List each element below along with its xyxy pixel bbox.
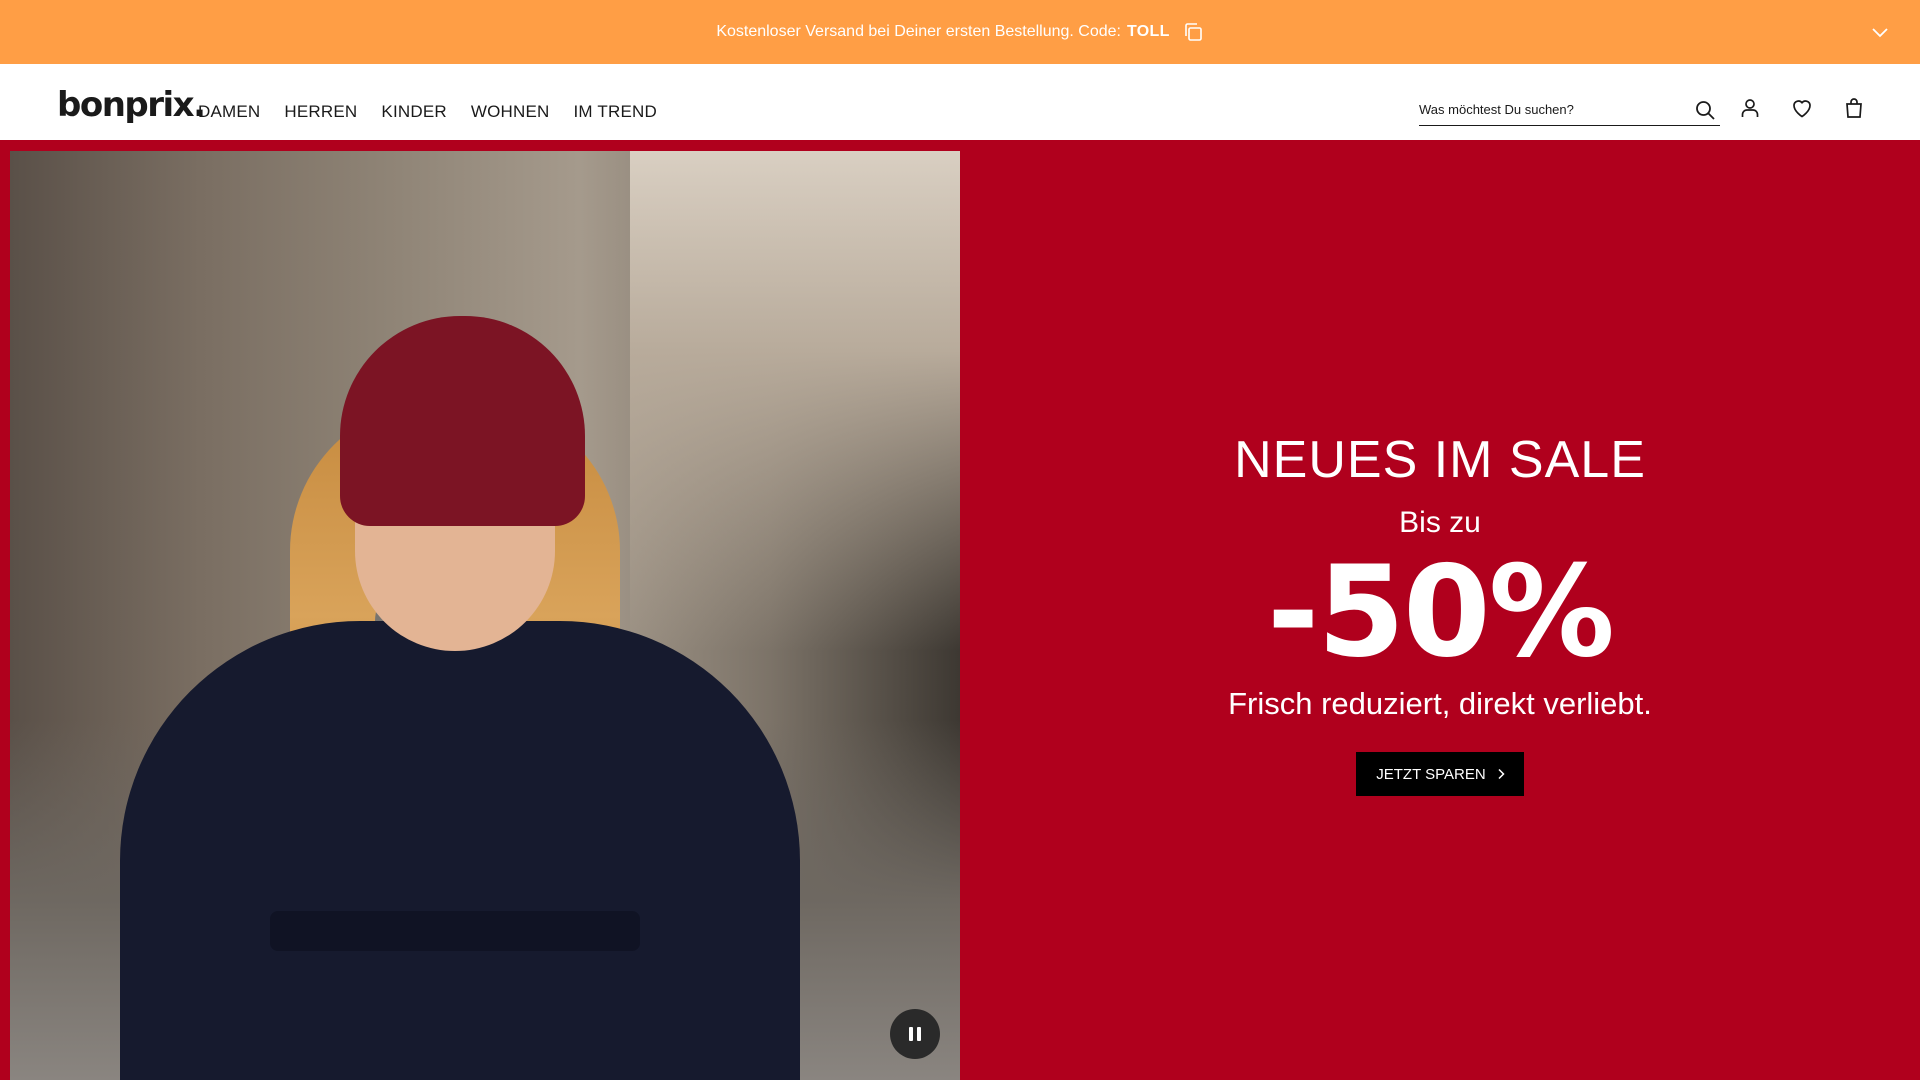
cta-button[interactable]: JETZT SPAREN [1356, 752, 1524, 797]
hero-subtitle: Bis zu [1399, 506, 1481, 539]
hero-tagline: Frisch reduziert, direkt verliebt. [1228, 686, 1652, 722]
search-input[interactable] [1419, 102, 1659, 117]
search-bar [1419, 94, 1720, 126]
nav-item-damen[interactable]: DAMEN [198, 102, 260, 122]
promo-text: Kostenloser Versand bei Deiner ersten Be… [716, 23, 1121, 40]
chevron-down-icon[interactable] [1870, 22, 1890, 42]
nav-item-im-trend[interactable]: IM TREND [573, 102, 656, 122]
account-icon[interactable] [1738, 96, 1762, 120]
hero-title: NEUES IM SALE [1234, 431, 1646, 489]
site-header: bonprix. DAMEN HERREN KINDER WOHNEN IM T… [0, 64, 1920, 140]
hero-banner[interactable]: NEUES IM SALE Bis zu -50% Frisch reduzie… [0, 140, 1920, 1080]
heart-icon[interactable] [1790, 96, 1814, 120]
chevron-right-icon [1496, 768, 1506, 780]
nav-item-herren[interactable]: HERREN [284, 102, 357, 122]
shopping-bag-icon[interactable] [1842, 96, 1866, 120]
hero-content: NEUES IM SALE Bis zu -50% Frisch reduzie… [960, 140, 1920, 1080]
promo-bar: Kostenloser Versand bei Deiner ersten Be… [0, 0, 1920, 64]
model-coat [120, 621, 800, 1080]
main-nav: DAMEN HERREN KINDER WOHNEN IM TREND [198, 102, 657, 122]
model-belt [270, 911, 640, 951]
cta-label: JETZT SPAREN [1376, 765, 1486, 783]
nav-item-kinder[interactable]: KINDER [381, 102, 446, 122]
copy-icon[interactable] [1182, 21, 1204, 43]
logo[interactable]: bonprix. [57, 88, 206, 122]
search-icon[interactable] [1694, 99, 1716, 121]
promo-message: Kostenloser Versand bei Deiner ersten Be… [716, 21, 1203, 43]
hero-image[interactable] [10, 151, 960, 1080]
pause-button[interactable] [890, 1009, 940, 1059]
promo-code[interactable]: TOLL [1127, 23, 1170, 41]
pause-icon [909, 1027, 913, 1041]
street-background [630, 151, 960, 651]
model-beanie [340, 316, 585, 526]
nav-item-wohnen[interactable]: WOHNEN [471, 102, 550, 122]
hero-discount: -50% [1267, 538, 1615, 685]
